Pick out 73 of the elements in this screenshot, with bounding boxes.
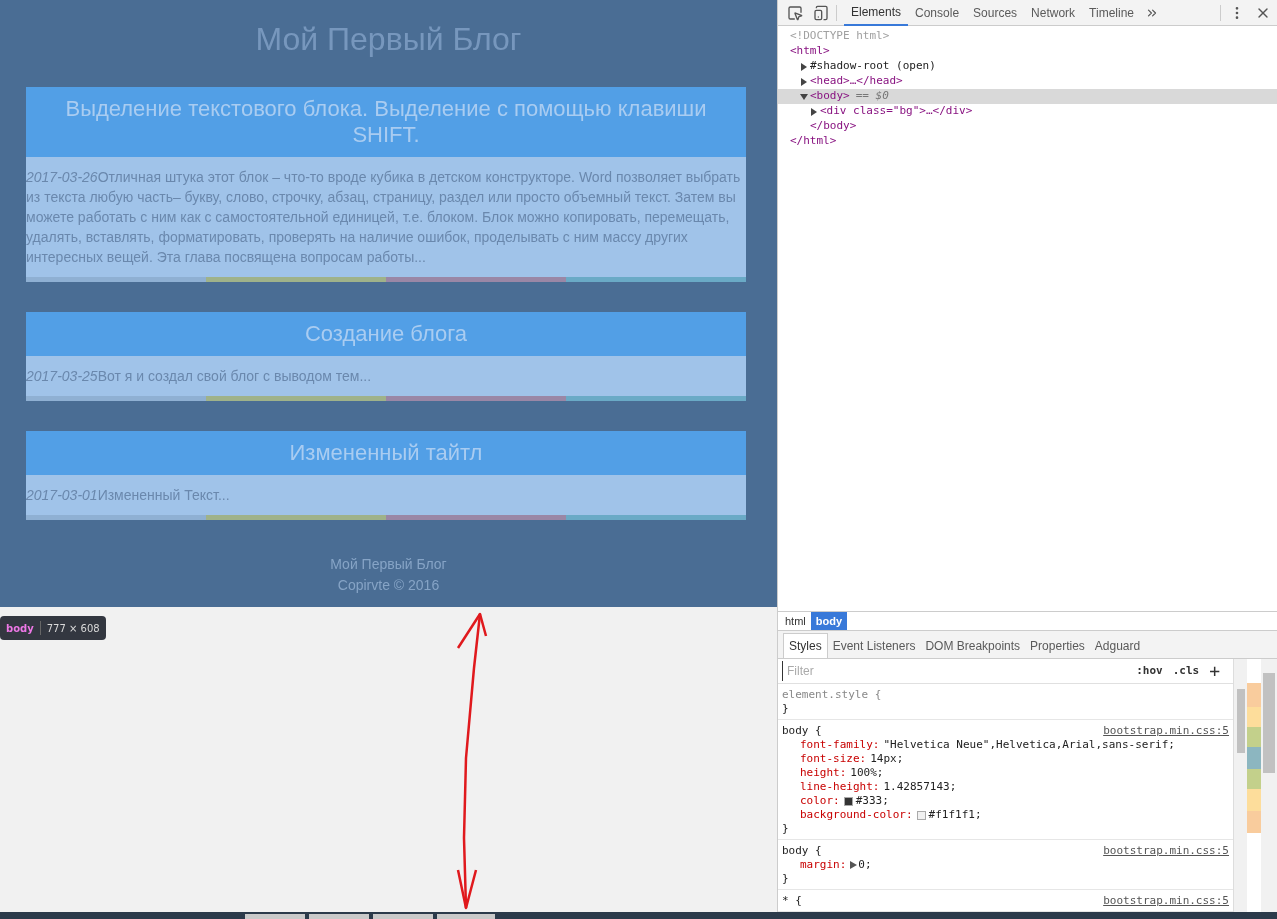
- dom-closing-tag: </html>: [790, 133, 837, 150]
- tooltip-size: 777 × 608: [46, 621, 100, 636]
- post-excerpt: 2017-03-25Вот я и создал свой блог с выводом тем...: [26, 367, 373, 386]
- footer-text: Copirvte © 2016: [337, 576, 440, 595]
- post-excerpt: 2017-03-01Измененный Текст...: [26, 486, 231, 505]
- sidebar-tab[interactable]: Styles: [783, 633, 828, 658]
- dom-node-text: <head>…</head>: [810, 73, 903, 90]
- footer-text: Мой Первый Блог: [330, 555, 447, 574]
- breadcrumb[interactable]: html: [780, 612, 811, 630]
- post-title: Выделение текстового блока. Выделение с помощью клавиши SHIFT.: [64, 96, 708, 148]
- post-title: Создание блога: [303, 321, 468, 347]
- dom-node-row[interactable]: <head>…</head>: [778, 74, 1277, 89]
- dom-node-row[interactable]: <html>: [778, 44, 1277, 59]
- filter-field[interactable]: Filter: [782, 661, 1132, 681]
- devtools-tab[interactable]: Elements: [844, 0, 909, 26]
- stylesheet-link[interactable]: bootstrap.min.css:5: [1103, 724, 1229, 738]
- css-value: 100%;: [850, 766, 884, 780]
- css-value: 1.42857143;: [883, 780, 957, 794]
- dom-node-row[interactable]: #shadow-root (open): [778, 59, 1277, 74]
- css-property: font-family:: [800, 738, 880, 752]
- dom-node-text: <html>: [790, 43, 830, 60]
- rule-close-brace: }: [782, 872, 790, 886]
- devtools-tab[interactable]: Network: [1024, 0, 1083, 26]
- sidebar-tab[interactable]: DOM Breakpoints: [920, 633, 1026, 658]
- color-swatch[interactable]: [843, 796, 853, 806]
- expand-triangle-icon[interactable]: [850, 861, 858, 869]
- css-property: height:: [800, 766, 847, 780]
- css-value: #333;: [855, 794, 889, 808]
- dom-node-text: #shadow-root (open): [810, 58, 936, 75]
- css-property: background-color:: [800, 808, 913, 822]
- rule-selector: * {: [782, 894, 802, 908]
- expanded-triangle-icon[interactable]: [800, 92, 808, 101]
- devtools-tab[interactable]: Sources: [966, 0, 1025, 26]
- css-value: "Helvetica Neue",Helvetica,Arial,sans-serif;: [883, 738, 1175, 752]
- rule-selector: body {: [782, 844, 822, 858]
- dom-node-text: <div class="bg">…</div>: [820, 103, 973, 120]
- css-value: 14px;: [870, 752, 904, 766]
- css-value: #f1f1f1;: [928, 808, 982, 822]
- breadcrumb[interactable]: body: [810, 612, 848, 630]
- css-property: color:: [800, 794, 840, 808]
- css-property: line-height:: [800, 780, 880, 794]
- dom-node-text: <body>: [810, 88, 850, 105]
- scrollbar[interactable]: [1233, 659, 1247, 912]
- device-icon[interactable]: [813, 4, 829, 21]
- dom-closing-tag: </body>: [810, 118, 857, 135]
- post-excerpt: 2017-03-26Отличная штука этот блок – что-то вроде кубика в детском конструкторе. Word позволяет выбрать из текста любую часть– букву, слово, строчку, абзац, страницу, раздел или просто объемный текст. Затем вы можете работать с ним как с самостоятельной единицей, т.е. блоком. Блок можно копировать, перемещать, удалять, вставлять, форматировать, проверять на наличие ошибок, проделывать с ним массу других интересных вещей. Эта глава посвящена вопросам работы...: [26, 168, 742, 267]
- css-value: 0;: [858, 858, 872, 872]
- dom-node-row[interactable]: <div class="bg">…</div>: [778, 104, 1277, 119]
- css-property: font-size:: [800, 752, 867, 766]
- sidebar-tab[interactable]: Event Listeners: [827, 633, 921, 658]
- rule-selector: body {: [782, 724, 822, 738]
- sidebar-tab[interactable]: Adguard: [1089, 633, 1146, 658]
- devtools-tab[interactable]: Console: [908, 0, 967, 26]
- dom-node-text: <!DOCTYPE html>: [790, 28, 890, 45]
- inspect-icon[interactable]: [787, 4, 803, 21]
- filter-toolbar-button[interactable]: +: [1204, 662, 1225, 680]
- scrollbar[interactable]: [1261, 659, 1277, 912]
- dom-node-ref: == $0: [855, 88, 889, 105]
- rule-close-brace: }: [782, 822, 790, 836]
- filter-toolbar-button[interactable]: :hov: [1131, 662, 1168, 680]
- post-title: Измененный тайтл: [288, 440, 484, 466]
- devtools-tab[interactable]: Timeline: [1082, 0, 1141, 26]
- tooltip-tag: body: [6, 620, 34, 636]
- collapsed-triangle-icon[interactable]: [810, 107, 818, 116]
- dom-node-row[interactable]: <body> == $0: [778, 89, 1277, 104]
- color-swatch[interactable]: [916, 810, 926, 820]
- rule-selector: element.style {: [782, 688, 882, 702]
- sidebar-tab[interactable]: Properties: [1025, 633, 1090, 658]
- filter-toolbar-button[interactable]: .cls: [1167, 662, 1205, 680]
- css-property: margin:: [800, 858, 847, 872]
- rule-close-brace: }: [782, 702, 790, 716]
- stylesheet-link[interactable]: bootstrap.min.css:5: [1103, 894, 1229, 908]
- stylesheet-link[interactable]: bootstrap.min.css:5: [1103, 844, 1229, 858]
